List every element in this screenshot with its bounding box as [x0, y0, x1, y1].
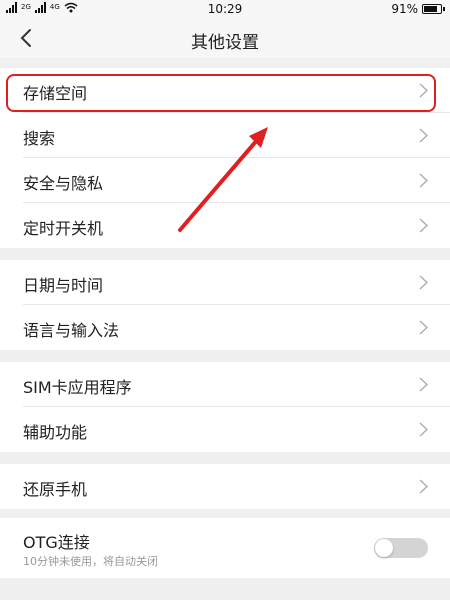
chevron-right-icon	[419, 275, 428, 290]
row-label: 还原手机	[23, 480, 88, 499]
battery-fill	[424, 6, 437, 12]
row-date-time[interactable]: 日期与时间	[0, 260, 450, 305]
row-sim-apps[interactable]: SIM卡应用程序	[0, 362, 450, 407]
row-label: 日期与时间	[23, 276, 104, 295]
row-label: SIM卡应用程序	[23, 378, 132, 397]
row-label: 搜索	[23, 129, 56, 148]
row-storage[interactable]: 存储空间	[0, 68, 450, 113]
otg-toggle[interactable]	[374, 538, 428, 558]
header: 其他设置	[0, 18, 450, 58]
row-label: 语言与输入法	[23, 321, 120, 340]
clock: 10:29	[207, 2, 243, 16]
row-search[interactable]: 搜索	[0, 113, 450, 158]
status-bar: 2G 4G 10:29 91%	[0, 0, 450, 18]
row-label: 存储空间	[23, 84, 88, 103]
battery-status: 91%	[391, 2, 445, 16]
row-language-input[interactable]: 语言与输入法	[0, 305, 450, 350]
row-label: 辅助功能	[23, 423, 88, 442]
chevron-right-icon	[419, 320, 428, 335]
settings-group-otg: OTG连接 10分钟未使用，将自动关闭	[0, 518, 450, 578]
settings-group-locale: 日期与时间 语言与输入法	[0, 260, 450, 350]
battery-icon	[422, 4, 445, 14]
otg-label: OTG连接	[23, 533, 90, 552]
chevron-right-icon	[419, 377, 428, 392]
otg-sublabel: 10分钟未使用，将自动关闭	[23, 555, 158, 568]
row-reset-phone[interactable]: 还原手机	[0, 464, 450, 509]
row-scheduled-power[interactable]: 定时开关机	[0, 203, 450, 248]
chevron-right-icon	[419, 479, 428, 494]
chevron-right-icon	[419, 83, 428, 98]
battery-percentage: 91%	[391, 2, 418, 16]
settings-group-storage: 存储空间 搜索 安全与隐私 定时开关机	[0, 68, 450, 248]
chevron-right-icon	[419, 218, 428, 233]
row-label: 安全与隐私	[23, 174, 104, 193]
chevron-right-icon	[419, 173, 428, 188]
row-security-privacy[interactable]: 安全与隐私	[0, 158, 450, 203]
chevron-right-icon	[419, 128, 428, 143]
toggle-knob	[375, 539, 393, 557]
settings-group-reset: 还原手机	[0, 464, 450, 509]
settings-group-apps: SIM卡应用程序 辅助功能	[0, 362, 450, 452]
page-title: 其他设置	[191, 33, 259, 53]
row-otg: OTG连接 10分钟未使用，将自动关闭	[0, 518, 450, 578]
chevron-right-icon	[419, 422, 428, 437]
row-label: 定时开关机	[23, 219, 104, 238]
row-accessibility[interactable]: 辅助功能	[0, 407, 450, 452]
